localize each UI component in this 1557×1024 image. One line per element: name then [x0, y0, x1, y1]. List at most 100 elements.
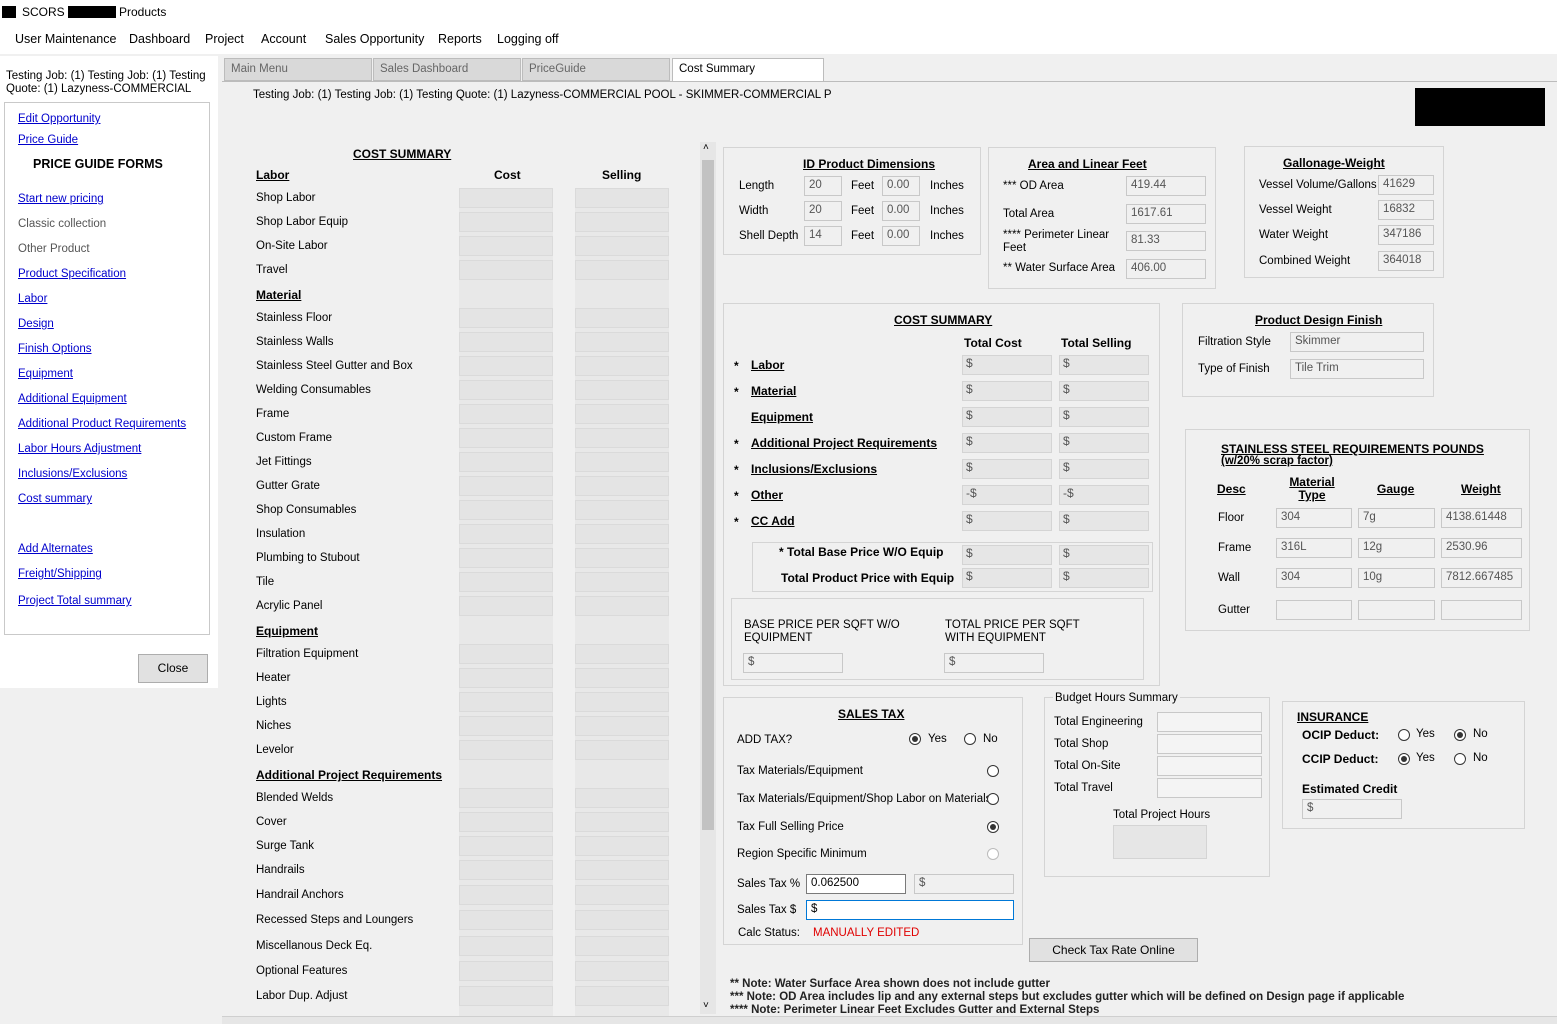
finish-title: Product Design Finish — [1255, 313, 1383, 327]
add-tax-no-radio[interactable] — [964, 733, 976, 745]
currency-prefix: $ — [1063, 460, 1070, 474]
sidebar-item-additional-product-requirements[interactable]: Additional Product Requirements — [18, 418, 186, 430]
cost-value-field — [459, 260, 553, 280]
dimension-feet-field: 14 — [804, 226, 842, 246]
cost-value-field — [459, 960, 553, 981]
freight-shipping-link[interactable]: Freight/Shipping — [18, 568, 102, 580]
dollar-sign: $ — [1307, 802, 1314, 814]
selling-value-field — [575, 404, 669, 424]
tab-cost-summary[interactable]: Cost Summary — [672, 58, 824, 81]
ccip-no-radio[interactable] — [1454, 753, 1466, 765]
sales-tax-pct-input[interactable]: 0.062500 — [806, 874, 906, 894]
check-tax-rate-button[interactable]: Check Tax Rate Online — [1029, 938, 1198, 962]
region-minimum-label: Region Specific Minimum — [737, 848, 867, 860]
menu-sales-opportunity[interactable]: Sales Opportunity — [325, 32, 424, 46]
tax-materials-radio[interactable] — [987, 765, 999, 777]
tax-shop-labor-radio[interactable] — [987, 793, 999, 805]
calc-status-value: MANUALLY EDITED — [813, 927, 920, 939]
project-total-summary-link[interactable]: Project Total summary — [18, 595, 132, 607]
cost-value-field — [459, 572, 553, 592]
add-alternates-link[interactable]: Add Alternates — [18, 543, 93, 555]
sidebar-item-start-new-pricing[interactable]: Start new pricing — [18, 193, 104, 205]
ocip-no-radio[interactable] — [1454, 729, 1466, 741]
sidebar-item-equipment[interactable]: Equipment — [18, 368, 73, 380]
dimension-inches-field: 0.00 — [882, 201, 920, 221]
sidebar-item-product-specification[interactable]: Product Specification — [18, 268, 126, 280]
totals-row-label[interactable]: CC Add — [751, 514, 795, 528]
sidebar-item-cost-summary[interactable]: Cost summary — [18, 493, 92, 505]
menu-reports[interactable]: Reports — [438, 32, 482, 46]
horizontal-scrollbar[interactable] — [222, 1016, 1557, 1024]
add-tax-yes-radio[interactable] — [909, 733, 921, 745]
with-equip-label: Total Product Price with Equip — [781, 571, 955, 585]
tab-sales-dashboard[interactable]: Sales Dashboard — [373, 58, 521, 81]
tab-price-guide[interactable]: PriceGuide — [522, 58, 670, 81]
ocip-yes-radio[interactable] — [1398, 729, 1410, 741]
sales-tax-dollar-input[interactable]: $ — [806, 900, 1014, 920]
price-guide-forms-title: PRICE GUIDE FORMS — [33, 157, 163, 171]
material-type-header: Material Type — [1289, 475, 1335, 502]
cost-row-label: Niches — [256, 720, 292, 732]
sidebar-item-labor[interactable]: Labor — [18, 293, 47, 305]
totals-row-label[interactable]: Additional Project Requirements — [751, 436, 937, 450]
total-cost-header: Total Cost — [964, 336, 1022, 350]
scroll-up-icon[interactable]: ˄ — [703, 142, 709, 153]
selling-value-field — [575, 668, 669, 688]
dimension-feet-field: 20 — [804, 176, 842, 196]
cost-summary-title: COST SUMMARY — [353, 147, 452, 161]
menu-account[interactable]: Account — [261, 32, 306, 46]
totals-row-label[interactable]: Equipment — [751, 410, 813, 424]
totals-row-label[interactable]: Labor — [751, 358, 784, 372]
menu-logging-off[interactable]: Logging off — [497, 32, 559, 46]
budget-hours-label: Total Engineering — [1054, 716, 1143, 728]
totals-row-label[interactable]: Inclusions/Exclusions — [751, 462, 877, 476]
totals-selling-field: $ — [1059, 459, 1149, 479]
budget-hours-field — [1157, 756, 1262, 776]
dimension-label: Length — [739, 180, 775, 192]
currency-prefix: $ — [1063, 382, 1070, 396]
tax-full-selling-radio[interactable] — [987, 821, 999, 833]
price-guide-link[interactable]: Price Guide — [18, 134, 78, 146]
sidebar-item-finish-options[interactable]: Finish Options — [18, 343, 92, 355]
sidebar-item-design[interactable]: Design — [18, 318, 54, 330]
cost-value-field — [459, 812, 553, 832]
scroll-down-icon[interactable]: ˅ — [703, 1000, 709, 1011]
ccip-no-label: No — [1473, 752, 1488, 764]
edit-opportunity-link[interactable]: Edit Opportunity — [18, 113, 100, 125]
cost-row-label: Insulation — [256, 528, 306, 540]
totals-row-label[interactable]: Other — [751, 488, 783, 502]
selling-value-field — [575, 332, 669, 352]
od-area-field: 419.44 — [1126, 176, 1206, 196]
material-type-field — [1276, 600, 1352, 620]
scrollbar-thumb[interactable] — [702, 160, 714, 830]
filtration-style-label: Filtration Style — [1198, 336, 1271, 348]
selling-value-field — [575, 476, 669, 496]
tab-main-menu[interactable]: Main Menu — [224, 58, 372, 81]
inches-unit-label: Inches — [930, 230, 964, 242]
currency-prefix: $ — [966, 434, 973, 448]
sidebar-item-labor-hours-adjustment[interactable]: Labor Hours Adjustment — [18, 443, 141, 455]
ccip-yes-radio[interactable] — [1398, 753, 1410, 765]
selling-value-field — [575, 212, 669, 232]
region-minimum-radio[interactable] — [987, 848, 999, 860]
sidebar-item-additional-equipment[interactable]: Additional Equipment — [18, 393, 127, 405]
close-button[interactable]: Close — [138, 654, 208, 683]
menu-dashboard[interactable]: Dashboard — [129, 32, 190, 46]
material-type-field: 316L — [1276, 538, 1352, 558]
currency-prefix: $ — [1063, 408, 1070, 422]
gauge-field: 12g — [1358, 538, 1435, 558]
dollar-sign: $ — [966, 569, 973, 583]
gallonage-value-field: 347186 — [1378, 225, 1434, 245]
sidebar-item-inclusions-exclusions[interactable]: Inclusions/Exclusions — [18, 468, 127, 480]
menu-user-maintenance[interactable]: User Maintenance — [15, 32, 116, 46]
menu-project[interactable]: Project — [205, 32, 244, 46]
totals-row-label[interactable]: Material — [751, 384, 796, 398]
cost-value-field — [459, 692, 553, 712]
base-wo-equip-selling: $ — [1059, 545, 1149, 565]
cost-section-header: Additional Project Requirements — [256, 768, 443, 782]
totals-cost-field: $ — [962, 459, 1052, 479]
selling-value-field — [575, 910, 669, 931]
required-star: * — [734, 359, 739, 373]
add-tax-label: ADD TAX? — [737, 734, 793, 746]
tax-shop-labor-label: Tax Materials/Equipment/Shop Labor on Ma… — [737, 793, 992, 805]
